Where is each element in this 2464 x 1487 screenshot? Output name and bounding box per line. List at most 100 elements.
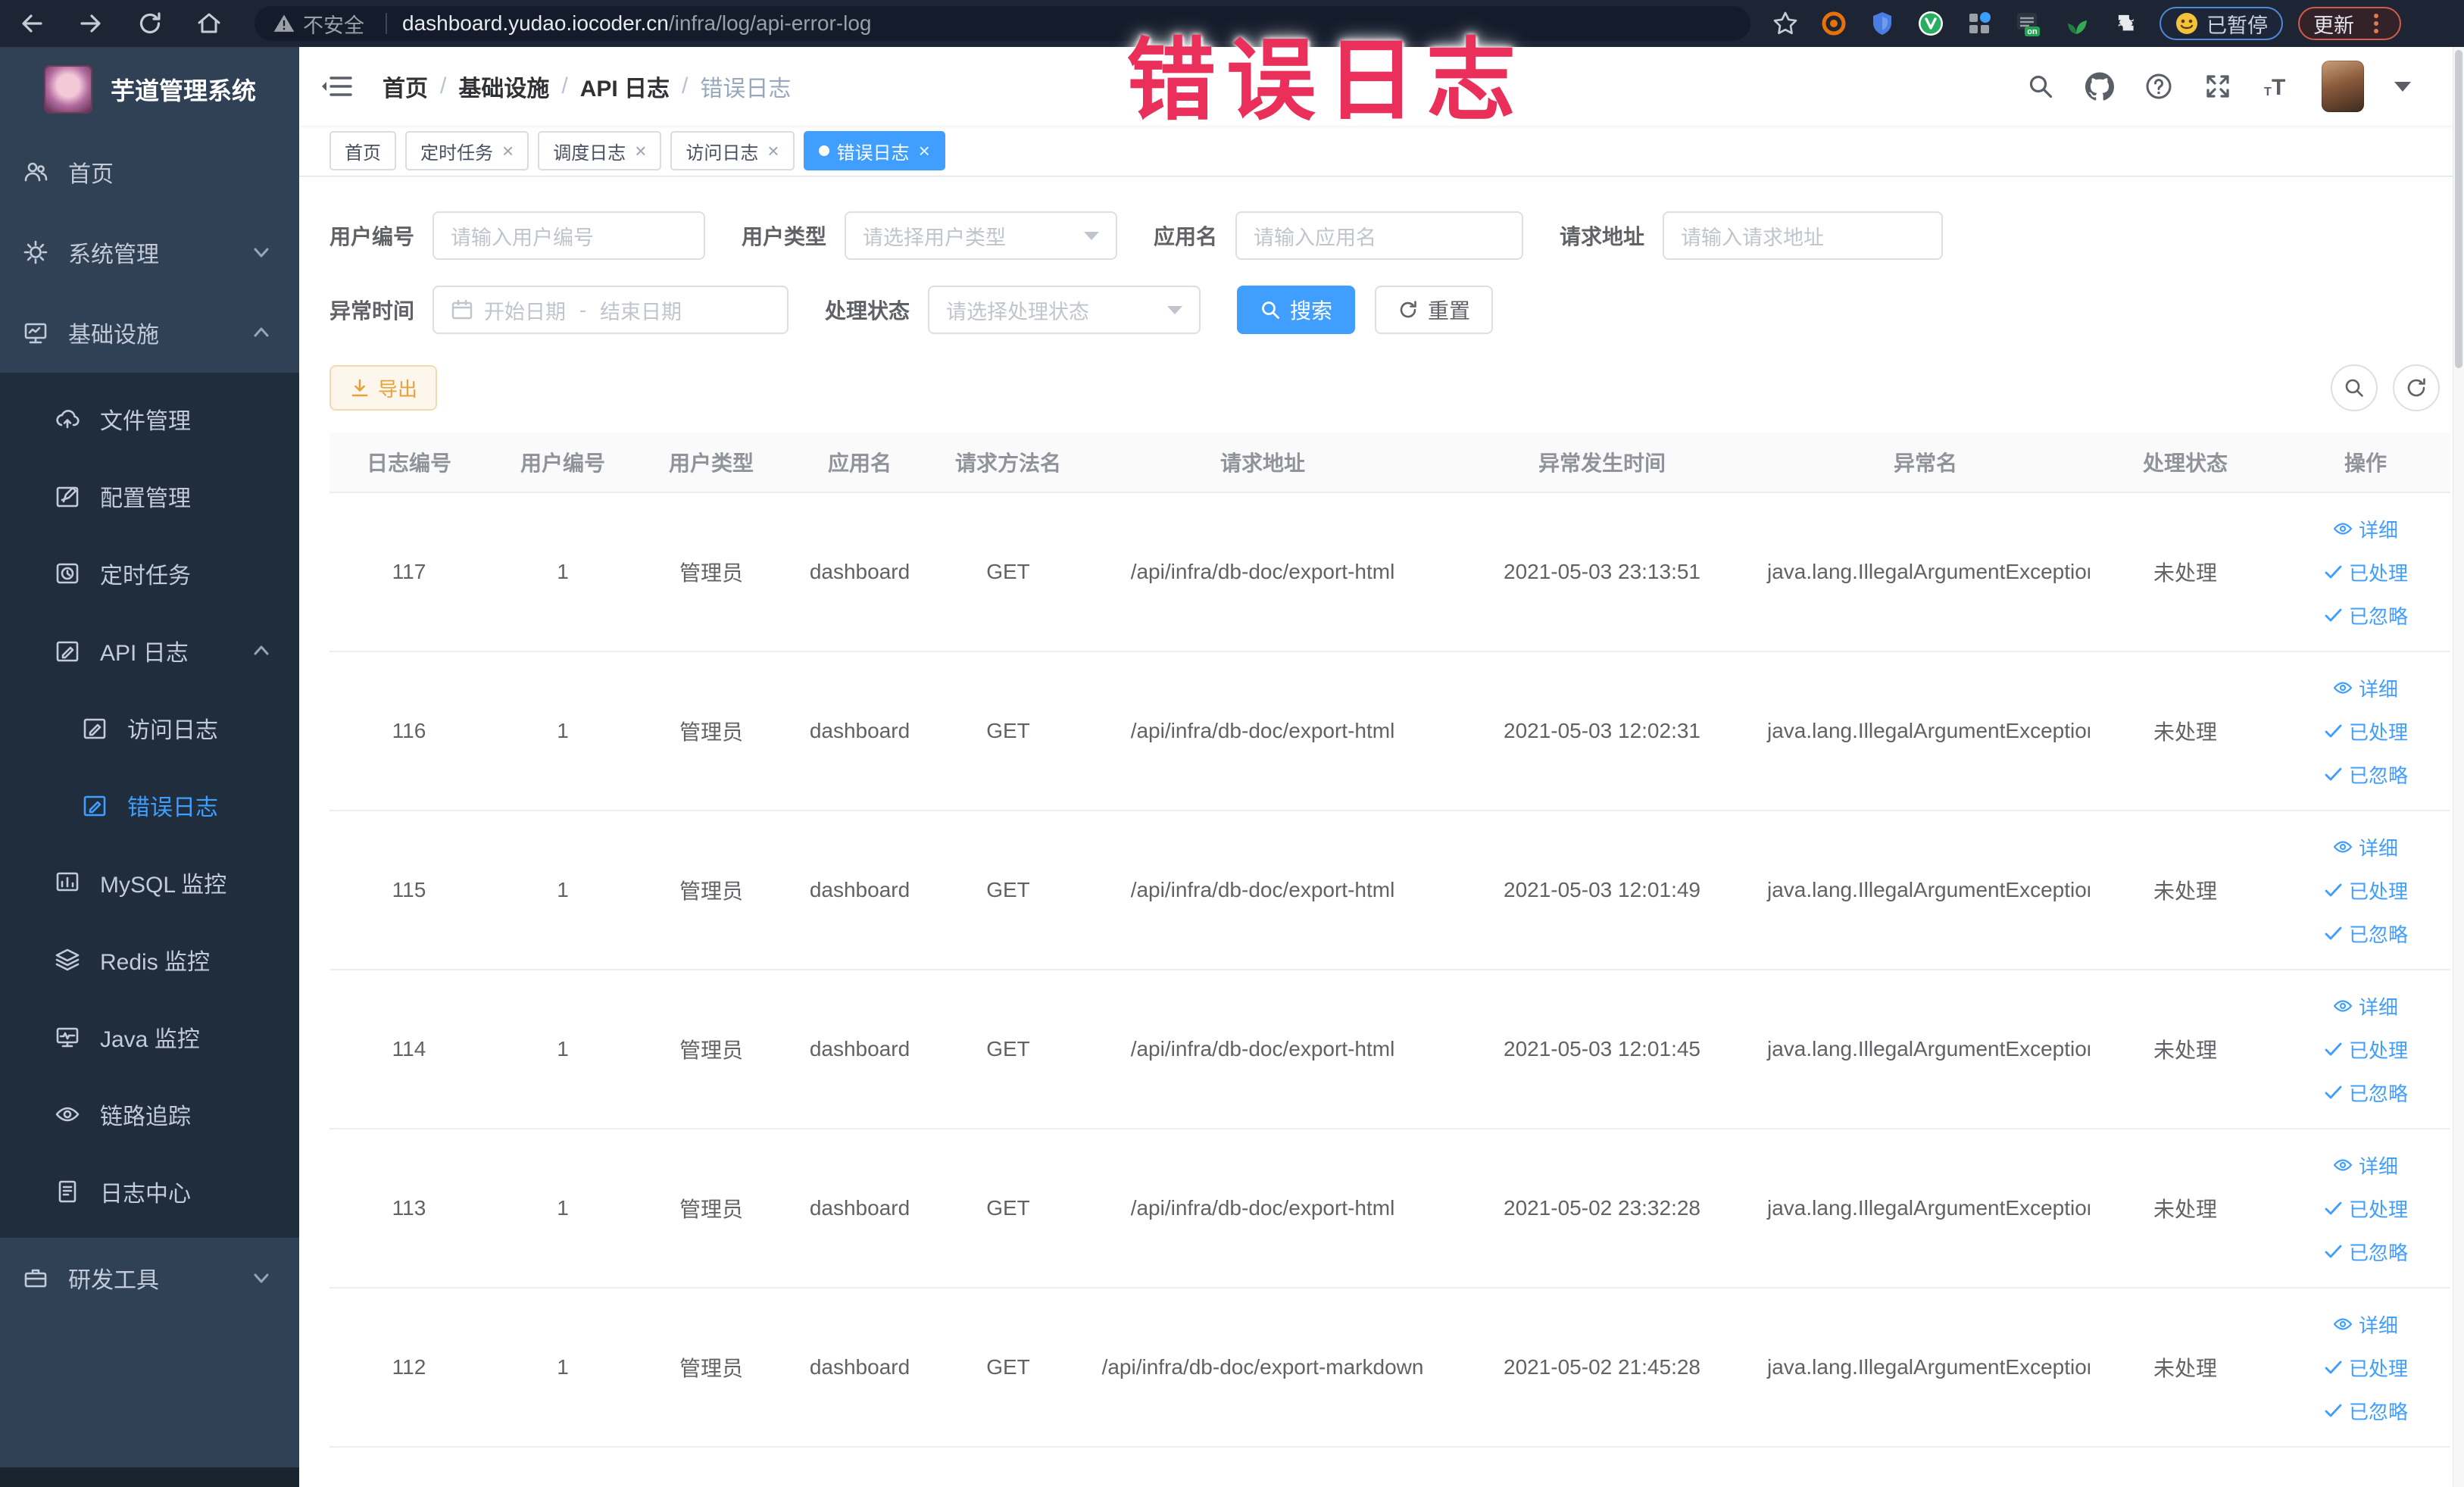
breadcrumb-infrastructure[interactable]: 基础设施 [458, 70, 549, 103]
mark-ignored-link[interactable]: 已忽略 [2323, 920, 2408, 948]
browser-menu-kebab-icon[interactable] [2366, 12, 2386, 35]
user-menu-caret-icon[interactable] [2394, 81, 2411, 92]
font-size-icon[interactable]: TT [2263, 72, 2291, 101]
mark-processed-link[interactable]: 已处理 [2323, 558, 2408, 586]
mark-processed-link[interactable]: 已处理 [2323, 1036, 2408, 1064]
browser-back-icon[interactable] [18, 10, 45, 37]
sidebar-item-scheduled-tasks[interactable]: 定时任务 [0, 535, 299, 612]
mark-processed-link[interactable]: 已处理 [2323, 1195, 2408, 1223]
extension-on-badge-icon[interactable]: on [2014, 10, 2041, 37]
help-icon[interactable] [2144, 72, 2173, 101]
exception-time-range-picker[interactable]: 开始日期 - 结束日期 [433, 286, 789, 334]
extension-green-v-icon[interactable] [1917, 10, 1944, 37]
check-icon [2325, 1245, 2342, 1258]
tab-close-icon[interactable]: × [635, 141, 646, 161]
process-status-select[interactable]: 请选择处理状态 [928, 286, 1201, 334]
mark-processed-link[interactable]: 已处理 [2323, 717, 2408, 745]
breadcrumb-home[interactable]: 首页 [383, 70, 428, 103]
search-icon[interactable] [2026, 72, 2055, 101]
sidebar-item-java-monitor[interactable]: Java 监控 [0, 998, 299, 1076]
cell-time: 2021-05-03 23:13:51 [1504, 560, 1700, 583]
app-logo-row[interactable]: 芋道管理系统 [0, 47, 299, 132]
mark-ignored-link[interactable]: 已忽略 [2323, 1079, 2408, 1107]
mark-ignored-link[interactable]: 已忽略 [2323, 1397, 2408, 1425]
sidebar-item-redis-monitor[interactable]: Redis 监控 [0, 921, 299, 998]
bookmark-star-icon[interactable] [1772, 10, 1799, 37]
tab-error-log[interactable]: 错误日志 × [803, 131, 945, 170]
breadcrumb-api-log[interactable]: API 日志 [580, 70, 670, 103]
tab-close-icon[interactable]: × [502, 141, 514, 161]
cell-actions: 详细 已处理 已忽略 [2281, 1310, 2450, 1425]
tab-home[interactable]: 首页 [329, 131, 396, 170]
scrollbar-thumb[interactable] [2455, 50, 2462, 368]
mark-ignored-link[interactable]: 已忽略 [2323, 761, 2408, 789]
mark-processed-link[interactable]: 已处理 [2323, 1354, 2408, 1382]
breadcrumb: 首页 / 基础设施 / API 日志 / 错误日志 [383, 70, 791, 103]
detail-link[interactable]: 详细 [2333, 674, 2398, 702]
refresh-icon [1400, 301, 1416, 318]
detail-link[interactable]: 详细 [2333, 992, 2398, 1020]
tab-access-log[interactable]: 访问日志 × [670, 131, 795, 170]
sidebar-item-access-log[interactable]: 访问日志 [0, 689, 299, 767]
extension-orange-ring-icon[interactable] [1820, 10, 1847, 37]
browser-forward-icon[interactable] [77, 10, 105, 37]
detail-link[interactable]: 详细 [2333, 833, 2398, 861]
app-name-input[interactable]: 请输入应用名 [1235, 211, 1524, 260]
exception-time-label: 异常时间 [329, 299, 415, 323]
sidebar-item-error-log[interactable]: 错误日志 [0, 767, 299, 844]
tab-dispatch-log[interactable]: 调度日志 × [538, 131, 662, 170]
request-url-input[interactable]: 请输入请求地址 [1663, 211, 1944, 260]
export-button[interactable]: 导出 [329, 365, 438, 411]
cell-time: 2021-05-02 21:45:28 [1504, 1355, 1700, 1379]
sidebar-item-log-center[interactable]: 日志中心 [0, 1153, 299, 1230]
mark-ignored-link[interactable]: 已忽略 [2323, 601, 2408, 629]
refresh-table-button[interactable] [2393, 364, 2440, 411]
cell-app-name: dashboard [809, 1037, 910, 1061]
reset-button[interactable]: 重置 [1375, 286, 1494, 334]
cell-user-id: 1 [557, 1196, 569, 1220]
sidebar-item-dev-tools[interactable]: 研发工具 [0, 1238, 299, 1318]
tab-close-icon[interactable]: × [767, 141, 779, 161]
url-host: dashboard.yudao.iocoder.cn [402, 11, 669, 35]
sidebar-item-system-management[interactable]: 系统管理 [0, 212, 299, 292]
toggle-search-button[interactable] [2331, 364, 2378, 411]
extension-blue-shield-icon[interactable] [1869, 10, 1896, 37]
page-scrollbar[interactable] [2453, 47, 2464, 1487]
cell-time: 2021-05-03 12:01:49 [1504, 878, 1700, 901]
tab-paused-badge[interactable]: 已暂停 [2160, 7, 2283, 40]
tab-scheduled-tasks[interactable]: 定时任务 × [405, 131, 529, 170]
sidebar-item-config-management[interactable]: 配置管理 [0, 458, 299, 535]
check-icon [2325, 1404, 2342, 1417]
sidebar-item-api-log[interactable]: API 日志 [0, 612, 299, 689]
address-bar[interactable]: 不安全 dashboard.yudao.iocoder.cn /infra/lo… [255, 6, 1750, 41]
user-id-input[interactable]: 请输入用户编号 [433, 211, 706, 260]
sidebar-item-home[interactable]: 首页 [0, 132, 299, 212]
browser-update-button[interactable]: 更新 [2298, 7, 2401, 40]
search-button[interactable]: 搜索 [1237, 286, 1356, 334]
browser-home-icon[interactable] [195, 10, 223, 37]
detail-link[interactable]: 详细 [2333, 1310, 2398, 1339]
extension-puzzle-icon[interactable] [2111, 10, 2138, 37]
github-icon[interactable] [2085, 72, 2114, 101]
tab-close-icon[interactable]: × [919, 141, 930, 161]
user-type-select[interactable]: 请选择用户类型 [845, 211, 1118, 260]
update-label: 更新 [2313, 14, 2354, 37]
sidebar-item-label: 链路追踪 [100, 1104, 191, 1129]
user-avatar[interactable] [2322, 61, 2364, 112]
mark-ignored-link[interactable]: 已忽略 [2323, 1238, 2408, 1266]
extension-grid-drop-icon[interactable] [1966, 10, 1993, 37]
svg-text:T: T [2272, 75, 2285, 100]
browser-reload-icon[interactable] [136, 10, 164, 37]
sidebar-item-mysql-monitor[interactable]: MySQL 监控 [0, 844, 299, 921]
extension-sprout-icon[interactable] [2063, 10, 2090, 37]
sidebar-collapse-icon[interactable] [320, 70, 354, 103]
fullscreen-icon[interactable] [2203, 72, 2232, 101]
sidebar-item-file-management[interactable]: 文件管理 [0, 380, 299, 458]
sidebar-item-trace[interactable]: 链路追踪 [0, 1076, 299, 1153]
mark-processed-link[interactable]: 已处理 [2323, 876, 2408, 904]
cell-log-id: 117 [392, 560, 426, 583]
detail-link[interactable]: 详细 [2333, 515, 2398, 543]
sidebar-item-label: 定时任务 [100, 564, 191, 589]
detail-link[interactable]: 详细 [2333, 1151, 2398, 1179]
sidebar-item-infrastructure[interactable]: 基础设施 [0, 292, 299, 373]
